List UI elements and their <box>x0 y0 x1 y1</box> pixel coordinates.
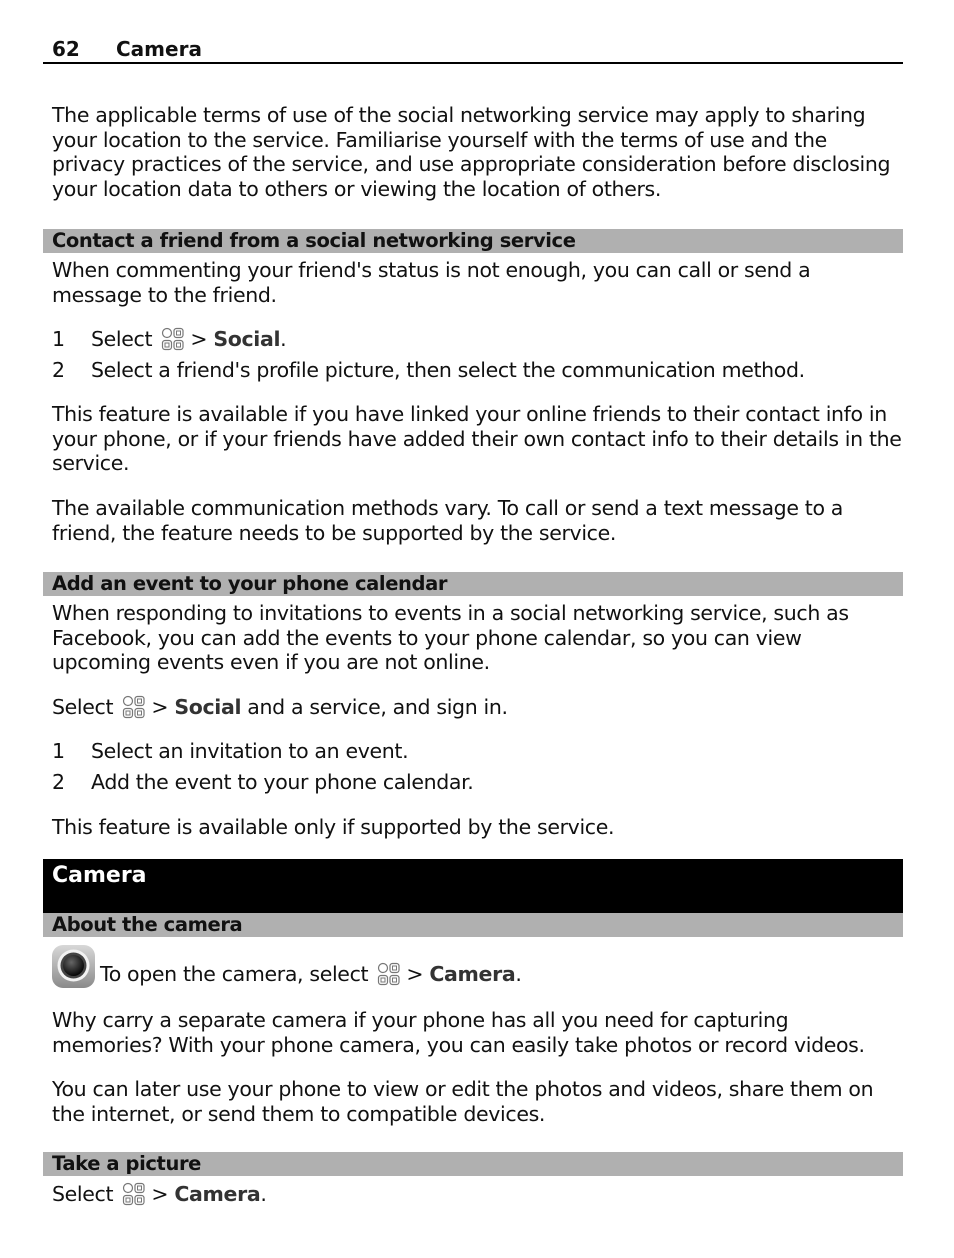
step-number: 1 <box>52 739 65 763</box>
section-heading-contact-friend: Contact a friend from a social networkin… <box>43 229 903 253</box>
menu-path-camera: Camera <box>174 1182 261 1206</box>
contact-para-2: The available communication methods vary… <box>52 496 844 545</box>
open-suffix: . <box>515 962 522 986</box>
event-note: This feature is available only if suppor… <box>52 815 615 839</box>
step-prefix: Select <box>91 327 153 351</box>
event-step-2: 2 Add the event to your phone calendar. <box>52 770 474 794</box>
about-para-1: Why carry a separate camera if your phon… <box>52 1008 865 1057</box>
open-arrow: > <box>406 962 424 986</box>
select-suffix: and a service, and sign in. <box>247 695 508 719</box>
select-arrow: > <box>151 1182 169 1206</box>
event-select-line: Select > Social and a service, and sign … <box>52 695 508 719</box>
step-text: Add the event to your phone calendar. <box>91 770 474 794</box>
step-text: Select a friend's profile picture, then … <box>91 358 805 382</box>
contact-para-1: This feature is available if you have li… <box>52 402 902 475</box>
picture-select-line: Select > Camera. <box>52 1182 267 1206</box>
section-heading-take-picture: Take a picture <box>43 1152 903 1176</box>
select-prefix: Select <box>52 1182 114 1206</box>
menu-path-social: Social <box>213 327 281 351</box>
section-heading-add-event: Add an event to your phone calendar <box>43 572 903 596</box>
menu-path-social: Social <box>174 695 242 719</box>
camera-app-icon <box>52 945 95 988</box>
event-intro: When responding to invitations to events… <box>52 601 849 674</box>
menu-grid-icon <box>160 327 186 351</box>
menu-path-camera: Camera <box>429 962 516 986</box>
step-number: 2 <box>52 770 65 794</box>
about-para-2: You can later use your phone to view or … <box>52 1077 874 1126</box>
menu-grid-icon <box>376 962 402 986</box>
page-number: 62 <box>52 37 80 61</box>
about-open-line: To open the camera, select > Camera. <box>100 962 522 986</box>
intro-paragraph: The applicable terms of use of the socia… <box>52 103 891 201</box>
step-number: 1 <box>52 327 65 351</box>
section-heading-about-camera: About the camera <box>43 913 903 937</box>
select-arrow: > <box>151 695 169 719</box>
step-arrow: > <box>190 327 208 351</box>
chapter-heading-camera: Camera <box>43 859 903 913</box>
menu-grid-icon <box>121 1182 147 1206</box>
contact-step-1: 1 Select > Social. <box>52 327 287 351</box>
step-number: 2 <box>52 358 65 382</box>
step-suffix: . <box>280 327 287 351</box>
event-step-1: 1 Select an invitation to an event. <box>52 739 409 763</box>
contact-step-2: 2 Select a friend's profile picture, then… <box>52 358 805 382</box>
select-suffix: . <box>260 1182 267 1206</box>
contact-intro: When commenting your friend's status is … <box>52 258 811 307</box>
page-header: 62 Camera <box>43 36 903 64</box>
select-prefix: Select <box>52 695 114 719</box>
running-section-title: Camera <box>116 37 202 61</box>
open-prefix: To open the camera, select <box>100 962 369 986</box>
menu-grid-icon <box>121 695 147 719</box>
step-text: Select an invitation to an event. <box>91 739 409 763</box>
